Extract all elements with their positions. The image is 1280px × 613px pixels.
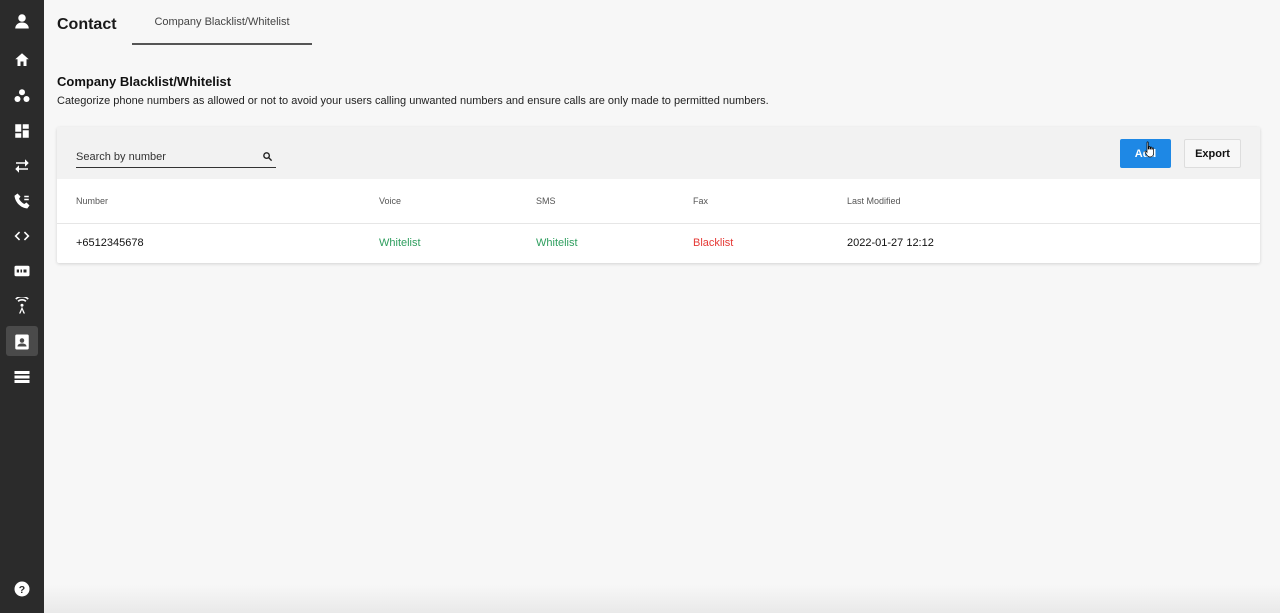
sidebar: ? [0,0,44,613]
cell-sms-status: Whitelist [536,237,578,249]
cell-voice-status: Whitelist [379,237,421,249]
search-input[interactable] [76,148,256,166]
broadcast-icon[interactable] [0,289,44,323]
cell-fax-status: Blacklist [693,237,734,249]
user-avatar-icon[interactable] [0,4,44,38]
section-description: Categorize phone numbers as allowed or n… [57,95,769,107]
groups-icon[interactable] [0,79,44,113]
section-title: Company Blacklist/Whitelist [57,74,232,89]
blacklist-card: Add Export Number Voice SMS Fax Last Mod… [57,127,1260,263]
export-button[interactable]: Export [1184,139,1241,168]
cell-number: +6512345678 [76,237,144,249]
list-icon[interactable] [0,360,44,394]
search-icon[interactable] [262,151,273,162]
sip-icon[interactable] [0,254,44,288]
code-icon[interactable] [0,219,44,253]
svg-text:?: ? [19,584,25,596]
cell-last-modified: 2022-01-27 12:12 [847,237,934,249]
column-header-number: Number [76,196,109,206]
bottom-fade [44,585,1280,613]
column-header-last-modified: Last Modified [847,196,901,206]
divider [57,223,1260,224]
tab-company-blacklist-whitelist[interactable]: Company Blacklist/Whitelist [132,0,312,45]
transfer-icon[interactable] [0,149,44,183]
contact-card-icon[interactable] [0,325,44,359]
toolbar: Add Export [57,127,1260,179]
dashboard-icon[interactable] [0,114,44,148]
search-field [76,147,276,168]
column-header-fax: Fax [693,196,709,206]
home-icon[interactable] [0,43,44,77]
page-title: Contact [57,16,117,33]
column-header-voice: Voice [379,196,402,206]
add-button[interactable]: Add [1120,139,1171,168]
column-header-sms: SMS [536,196,556,206]
call-flow-icon[interactable] [0,184,44,218]
help-icon[interactable]: ? [0,572,44,606]
